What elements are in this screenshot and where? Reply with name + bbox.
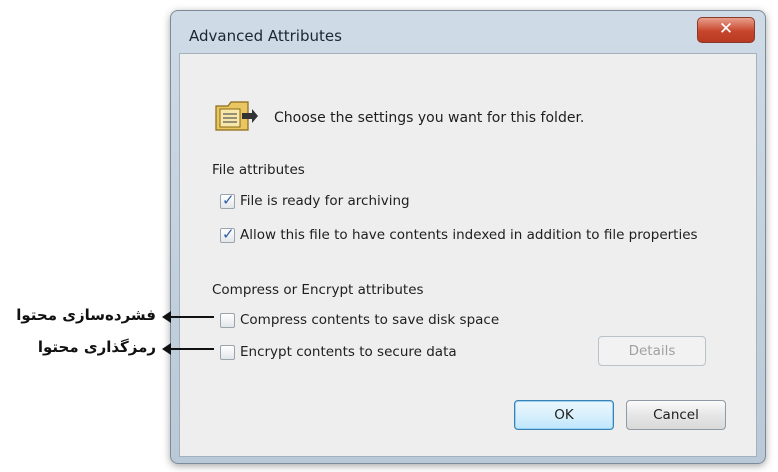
encrypt-checkbox[interactable] [220,345,235,360]
compress-checkbox-label[interactable]: Compress contents to save disk space [240,312,499,328]
encrypt-checkbox-label[interactable]: Encrypt contents to secure data [240,344,457,360]
checkmark-icon: ✓ [222,191,235,209]
archive-checkbox-label[interactable]: File is ready for archiving [240,193,410,209]
compress-annotation-arrow [162,311,214,323]
ok-button[interactable]: OK [514,400,614,430]
encrypt-annotation-arrow [162,343,214,355]
cancel-button[interactable]: Cancel [626,400,726,430]
title-bar[interactable]: Advanced Attributes ✕ [171,11,765,51]
compress-checkbox[interactable] [220,313,235,328]
arrow-head-icon [162,311,171,323]
archive-checkbox[interactable]: ✓ [220,191,235,209]
window-title: Advanced Attributes [189,27,342,45]
checkmark-icon: ✓ [222,225,235,243]
encrypt-annotation: رمزگذاری محتوا [37,338,156,356]
arrow-head-icon [162,343,171,355]
index-checkbox[interactable]: ✓ [220,225,235,243]
advanced-attributes-window: Advanced Attributes ✕ Choose the setting… [170,10,766,464]
compress-encrypt-label: Compress or Encrypt attributes [212,282,424,298]
dialog-heading: Choose the settings you want for this fo… [274,110,585,126]
dialog-body: Choose the settings you want for this fo… [179,53,757,457]
details-button[interactable]: Details [598,336,706,366]
file-attributes-label: File attributes [212,162,305,178]
index-checkbox-label[interactable]: Allow this file to have contents indexed… [240,227,698,243]
close-icon: ✕ [718,19,734,39]
compress-annotation: فشرده‌سازی محتوا [16,306,156,324]
folder-attributes-icon [215,101,258,131]
close-button[interactable]: ✕ [697,17,755,43]
